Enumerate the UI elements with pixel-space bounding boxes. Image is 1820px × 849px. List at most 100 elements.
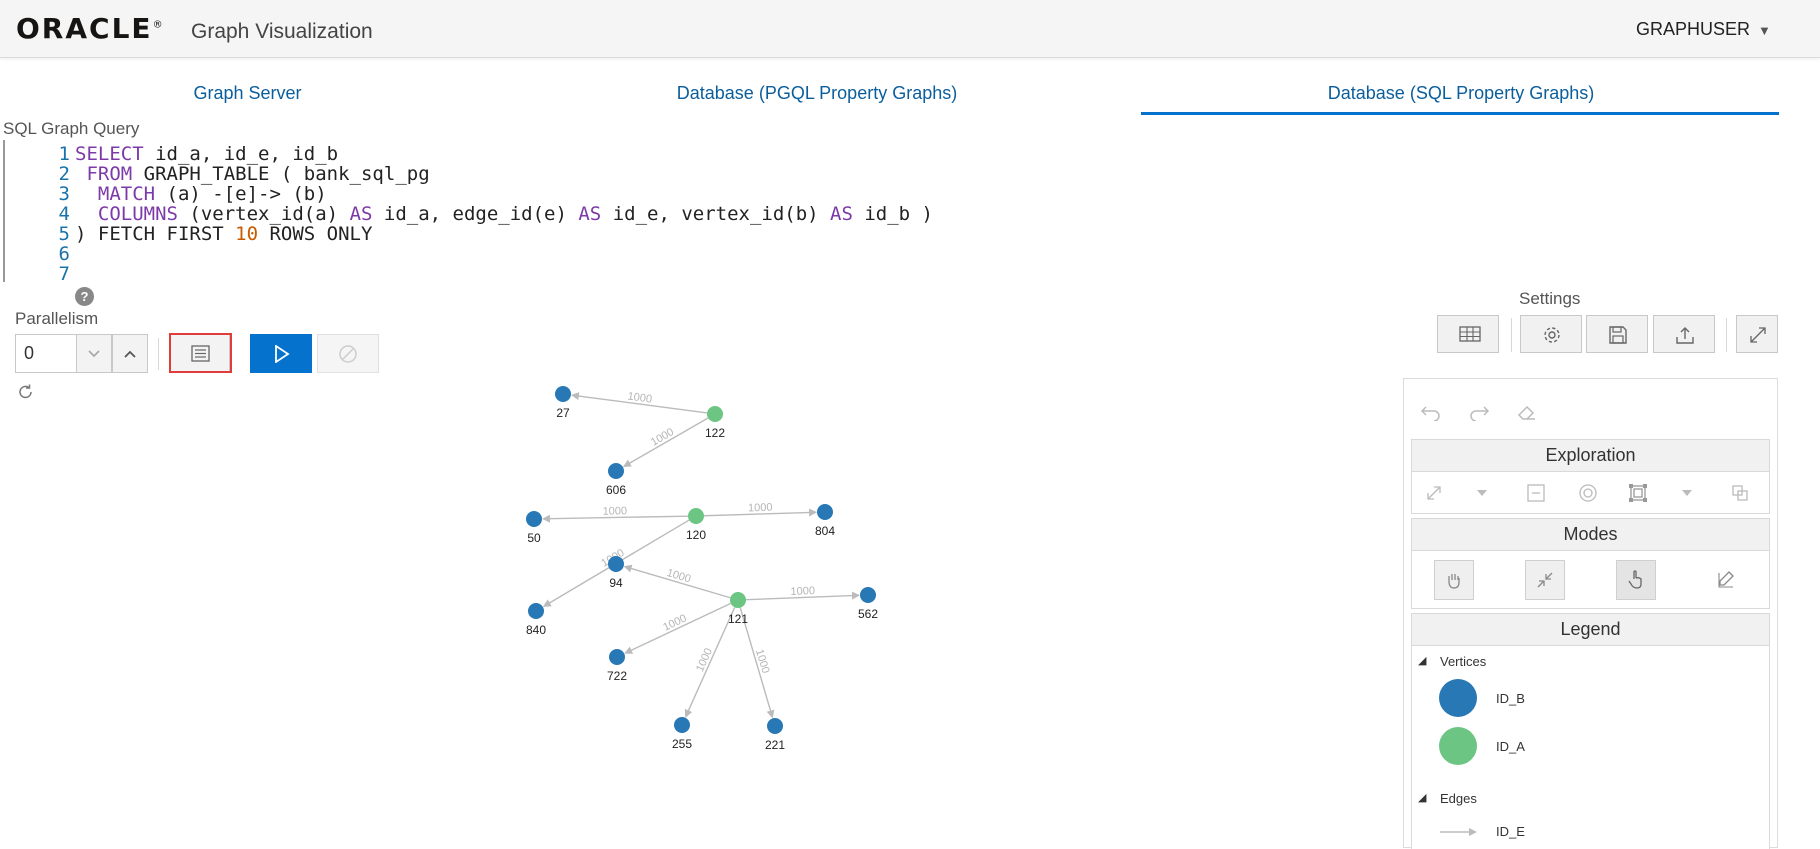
chevron-up-icon [124,350,136,358]
vertex-label: 804 [815,524,835,538]
app-title: Graph Visualization [191,20,373,43]
user-name: GRAPHUSER [1636,19,1751,39]
graph-vertex[interactable] [555,386,571,402]
compress-icon [1537,572,1553,588]
table-icon [1459,326,1481,342]
chevron-down-icon[interactable] [1681,488,1693,498]
legend-edge-arrow-icon [1440,828,1477,836]
eraser-icon[interactable] [1516,402,1538,422]
graph-vertex[interactable] [688,508,704,524]
cancel-query-button[interactable] [317,334,379,373]
vertex-label: 50 [527,531,541,545]
table-view-button[interactable] [1437,315,1499,353]
code-line: 7 [58,263,70,285]
code-line: 6 [58,243,70,265]
help-icon[interactable]: ? [75,287,94,306]
modes-toolbar [1411,551,1770,609]
export-button[interactable] [1653,315,1715,353]
legend-header[interactable]: Legend [1411,613,1770,646]
vertex-label: 255 [672,737,692,751]
code-line: 2 FROM GRAPH_TABLE ( bank_sql_pg [58,163,430,185]
divider [1511,318,1512,352]
graph-vertex[interactable] [608,556,624,572]
graph-vertex[interactable] [707,406,723,422]
collapse-triangle-icon[interactable]: ◢ [1418,791,1426,804]
caret-down-icon: ▼ [1758,23,1771,38]
query-editor[interactable]: 1 SELECT id_a, id_e, id_b 2 FROM GRAPH_TA… [3,140,1203,285]
code-line: 3 MATCH (a) -[e]-> (b) [58,183,327,205]
chevron-down-icon[interactable] [1476,488,1488,498]
legend-item-label: ID_B [1496,691,1525,706]
settings-label: Settings [1519,289,1581,308]
fullscreen-button[interactable] [1736,315,1778,353]
modes-header[interactable]: Modes [1411,518,1770,551]
code-line: 5) FETCH FIRST 10 ROWS ONLY [58,223,373,245]
graph-vertex[interactable] [608,463,624,479]
divider [158,338,159,370]
hand-icon [1448,574,1460,589]
group-icon[interactable] [1628,483,1648,503]
vertex-label: 840 [526,623,546,637]
gear-icon [1544,327,1560,343]
undo-icon[interactable] [1420,403,1442,421]
edge-label: 1000 [603,505,628,517]
vertex-label: 606 [606,483,626,497]
redo-icon[interactable] [1468,403,1490,421]
save-button[interactable] [1586,315,1648,353]
query-editor-label: SQL Graph Query [3,119,140,138]
legend-vertices-label: Vertices [1440,654,1487,669]
legend-item-label: ID_A [1496,739,1525,754]
format-query-button[interactable] [170,334,230,372]
tab-graph-server[interactable]: Graph Server [140,83,355,104]
edge-label: 1000 [748,502,773,515]
graph-vertex[interactable] [528,603,544,619]
list-icon [191,345,210,362]
user-menu[interactable]: GRAPHUSER ▼ [1636,19,1771,40]
side-panel: Exploration Modes Legend ◢ Vertices ID_B… [1403,378,1778,849]
vertex-label: 120 [686,528,706,542]
graph-vertex[interactable] [730,592,746,608]
edit-icon[interactable] [1716,569,1736,589]
app-header: ORACLE® Graph Visualization GRAPHUSER ▼ [0,0,1820,58]
pan-mode-button[interactable] [1434,560,1474,600]
vertex-label: 221 [765,738,785,752]
edge-label: 1000 [661,612,688,633]
legend-body: ◢ Vertices ID_B ID_A ◢ Edges ID_E [1411,646,1770,849]
legend-swatch-id-a [1439,727,1477,765]
expand-icon [1750,327,1766,343]
run-query-button[interactable] [250,334,312,373]
tab-sql-property-graphs[interactable]: Database (SQL Property Graphs) [1281,83,1641,104]
divider [1726,318,1727,352]
target-icon[interactable] [1578,483,1598,503]
code-line: 1 SELECT id_a, id_e, id_b [58,143,339,165]
refresh-icon[interactable] [17,383,35,401]
ungroup-icon[interactable] [1730,483,1750,503]
shrink-mode-button[interactable] [1525,560,1565,600]
graph-vertex[interactable] [817,504,833,520]
oracle-logo: ORACLE® [16,12,165,45]
save-icon [1609,326,1627,344]
vertex-label: 121 [728,612,748,626]
vertex-label: 722 [607,669,627,683]
graph-vertex[interactable] [767,718,783,734]
graph-canvas[interactable]: 1000100010001000100010001000100010001000… [500,370,920,770]
graph-vertex[interactable] [860,587,876,603]
increment-button[interactable] [112,334,148,373]
graph-vertex[interactable] [674,717,690,733]
settings-button[interactable] [1520,315,1582,353]
tab-pgql-property-graphs[interactable]: Database (PGQL Property Graphs) [637,83,997,104]
cancel-icon [339,345,357,363]
active-tab-indicator [1141,112,1779,115]
decrement-button[interactable] [76,334,112,373]
parallelism-input[interactable]: 0 [15,334,77,373]
select-mode-button[interactable] [1616,560,1656,600]
graph-vertex[interactable] [526,511,542,527]
collapse-triangle-icon[interactable]: ◢ [1418,654,1426,667]
expand-icon[interactable] [1424,483,1444,503]
legend-item-label: ID_E [1496,824,1525,839]
vertex-label: 122 [705,426,725,440]
pointer-hand-icon [1628,570,1642,589]
graph-vertex[interactable] [609,649,625,665]
exploration-header[interactable]: Exploration [1411,439,1770,472]
collapse-icon[interactable] [1526,483,1546,503]
